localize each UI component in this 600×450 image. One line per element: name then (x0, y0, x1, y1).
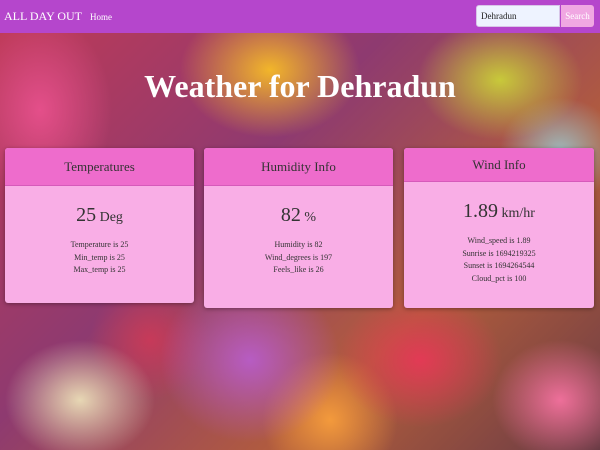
humidity-line: Humidity is 82 (274, 240, 323, 249)
humidity-unit: % (304, 210, 317, 225)
sunrise-line: Sunrise is 1694219325 (462, 248, 536, 258)
temperatures-card-title: Temperatures (5, 148, 194, 186)
temperature-number: 25 (76, 204, 97, 226)
temperatures-card: Temperatures 25 Deg Temperature is 25 Mi… (5, 148, 194, 303)
nav-home-link[interactable]: Home (90, 12, 112, 22)
wind-card-title: Wind Info (404, 148, 594, 182)
wind-value: 1.89 km/hr (404, 200, 594, 223)
wind-speed-line: Wind_speed is 1.89 (467, 236, 531, 245)
humidity-card: Humidity Info 82 % Humidity is 82 Wind_d… (204, 148, 393, 308)
page-title: Weather for Dehradun (144, 68, 456, 104)
navbar: ALL DAY OUT Home Search (0, 0, 600, 33)
temperature-value: 25 Deg (5, 204, 194, 227)
max-temp-line: Max_temp is 25 (73, 265, 126, 274)
humidity-card-title: Humidity Info (204, 148, 393, 186)
humidity-number: 82 (280, 204, 301, 226)
sunset-line: Sunset is 1694264544 (463, 261, 535, 270)
wind-unit: km/hr (501, 206, 535, 221)
temperature-line: Temperature is 25 (70, 240, 129, 249)
temperature-unit: Deg (99, 210, 123, 225)
wind-number: 1.89 (463, 200, 499, 222)
humidity-value: 82 % (204, 204, 393, 227)
wind-details: Wind_speed is 1.89 Sunrise is 1694219325… (404, 235, 594, 285)
temperature-details: Temperature is 25 Min_temp is 25 Max_tem… (5, 239, 194, 277)
brand-logo[interactable]: ALL DAY OUT (4, 9, 82, 24)
wind-card: Wind Info 1.89 km/hr Wind_speed is 1.89 … (404, 148, 594, 308)
min-temp-line: Min_temp is 25 (74, 252, 125, 262)
feels-like-line: Feels_like is 26 (273, 265, 324, 274)
wind-degrees-line: Wind_degrees is 197 (264, 252, 333, 262)
cloud-pct-line: Cloud_pct is 100 (471, 273, 527, 283)
humidity-details: Humidity is 82 Wind_degrees is 197 Feels… (204, 239, 393, 277)
search-input[interactable] (476, 5, 560, 27)
search-button[interactable]: Search (561, 5, 594, 27)
